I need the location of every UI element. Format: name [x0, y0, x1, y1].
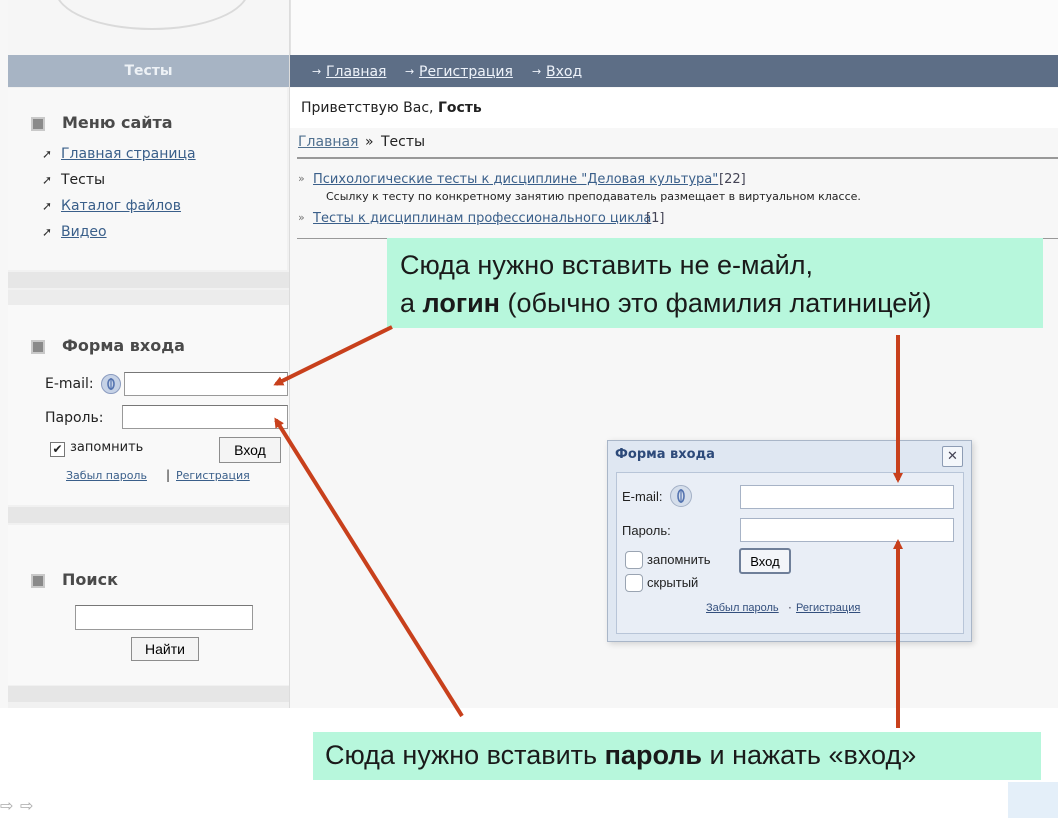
prev-slide-icon[interactable]: ⇨ — [0, 796, 13, 815]
arrow-to-password — [274, 417, 464, 718]
corner-widget — [1008, 782, 1058, 818]
annotation-arrows — [273, 325, 903, 728]
next-slide-icon[interactable]: ⇨ — [20, 796, 33, 815]
arrow-to-email — [273, 325, 393, 386]
